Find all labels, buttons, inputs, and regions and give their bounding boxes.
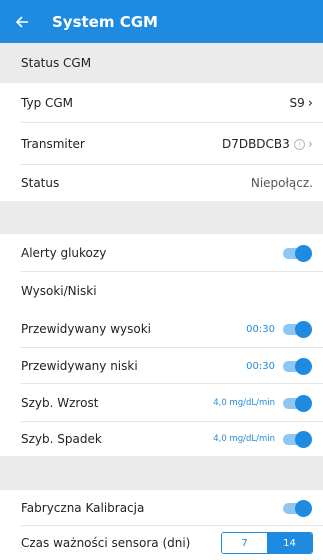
predicted-high-toggle[interactable] [283, 320, 312, 338]
predicted-high-label: Przewidywany wysoki [21, 322, 151, 336]
cgm-type-value-group: S9 › [290, 96, 313, 111]
sensor-days-selector: 7 14 [221, 532, 313, 554]
transmitter-label: Transmiter [21, 137, 85, 151]
factory-calibration-row: Fabryczna Kalibracja [0, 490, 323, 526]
high-low-label: Wysoki/Niski [21, 284, 97, 298]
info-icon[interactable]: i [293, 138, 305, 150]
transmitter-value-group: D7DBDCB3 i › [222, 137, 313, 152]
status-row: Status Niepołącz. [0, 165, 323, 201]
section-spacer [0, 456, 323, 490]
status-value: Niepołącz. [250, 176, 313, 190]
fast-fall-row[interactable]: Szyb. Spadek 4,0 mg/dL/min [0, 422, 323, 456]
cgm-type-row[interactable]: Typ CGM S9 › [0, 83, 323, 123]
cgm-type-value: S9 [289, 96, 305, 110]
sensor-days-option-7[interactable]: 7 [222, 533, 267, 553]
transmitter-id: D7DBDCB3 [221, 137, 290, 151]
section-header-status: Status CGM [0, 43, 323, 83]
page-title: System CGM [52, 12, 158, 31]
predicted-low-row[interactable]: Przewidywany niski 00:30 [0, 348, 323, 384]
predicted-high-value[interactable]: 00:30 [246, 324, 275, 335]
fast-rise-toggle[interactable] [283, 394, 312, 412]
cgm-type-label: Typ CGM [21, 96, 74, 110]
fast-rise-row[interactable]: Szyb. Wzrost 4,0 mg/dL/min [0, 384, 323, 422]
transmitter-row[interactable]: Transmiter D7DBDCB3 i › [0, 123, 323, 165]
factory-calibration-toggle[interactable] [283, 499, 312, 517]
fast-fall-label: Szyb. Spadek [21, 432, 102, 446]
glucose-alerts-label: Alerty glukozy [21, 246, 107, 260]
section-spacer [0, 201, 323, 234]
status-label: Status [21, 176, 60, 190]
sensor-validity-label: Czas ważności sensora (dni) [21, 536, 191, 550]
predicted-high-row[interactable]: Przewidywany wysoki 00:30 [0, 310, 323, 348]
predicted-low-value[interactable]: 00:30 [246, 361, 275, 372]
app-header: System CGM [0, 0, 323, 43]
predicted-low-toggle[interactable] [283, 357, 312, 375]
section-title: Status CGM [21, 56, 92, 70]
sensor-days-option-14[interactable]: 14 [267, 533, 312, 553]
glucose-alerts-toggle[interactable] [283, 244, 312, 262]
chevron-right-icon: › [307, 136, 313, 152]
fast-rise-value[interactable]: 4,0 mg/dL/min [213, 398, 275, 408]
fast-rise-label: Szyb. Wzrost [21, 396, 99, 410]
high-low-row[interactable]: Wysoki/Niski [0, 272, 323, 310]
back-arrow-icon[interactable] [14, 13, 31, 30]
fast-fall-value[interactable]: 4,0 mg/dL/min [213, 434, 275, 444]
sensor-validity-row: Czas ważności sensora (dni) 7 14 [0, 526, 323, 560]
chevron-right-icon: › [307, 95, 313, 111]
predicted-low-label: Przewidywany niski [21, 359, 138, 373]
factory-calibration-label: Fabryczna Kalibracja [21, 501, 145, 515]
fast-fall-toggle[interactable] [283, 430, 312, 448]
glucose-alerts-row: Alerty glukozy [0, 234, 323, 272]
